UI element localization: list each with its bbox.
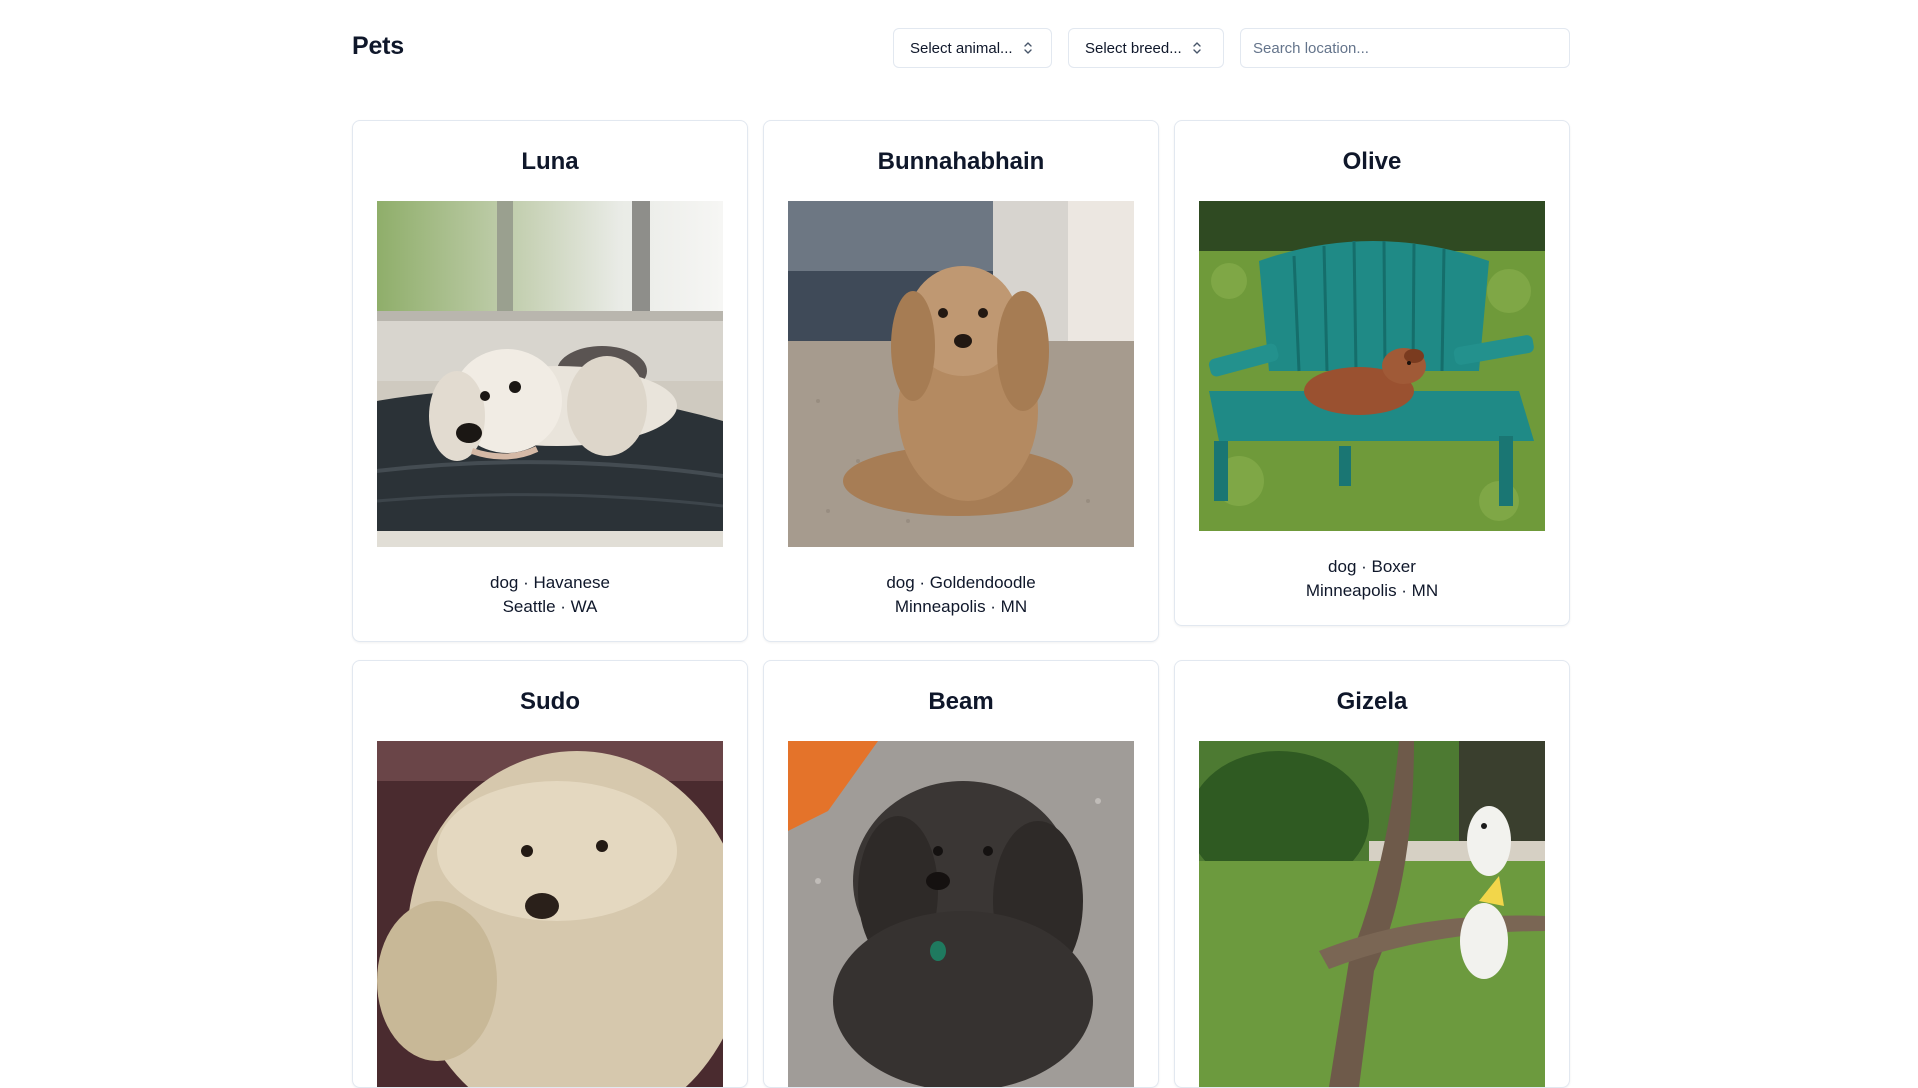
pet-card[interactable]: Olive dog · Boxer Minneapolis · MN <box>1174 120 1570 626</box>
pet-meta: dog · Havanese Seattle · WA <box>353 571 747 641</box>
animal-select[interactable]: Select animal... <box>893 28 1052 68</box>
pet-photo <box>788 201 1134 547</box>
pet-card[interactable]: Luna dog · Havanese Seattle · WA <box>352 120 748 642</box>
pet-card[interactable]: Beam <box>763 660 1159 1088</box>
breed-select[interactable]: Select breed... <box>1068 28 1224 68</box>
pet-species-breed: dog · Goldendoodle <box>886 573 1036 592</box>
pet-name: Bunnahabhain <box>877 148 1045 175</box>
pet-card[interactable]: Bunnahabhain dog · Goldendoodle Minneapo… <box>763 120 1159 642</box>
chevron-up-down-icon <box>1193 42 1201 54</box>
pet-species-breed: dog · Boxer <box>1328 557 1416 576</box>
pet-photo <box>377 741 723 1087</box>
breed-select-label: Select breed... <box>1085 39 1182 57</box>
page-container: Pets Select animal... Select breed... Lu… <box>352 0 1570 1088</box>
pet-name: Gizela <box>1336 688 1408 715</box>
pet-photo <box>1199 201 1545 531</box>
page-header: Pets Select animal... Select breed... <box>352 0 1570 96</box>
location-search-input[interactable] <box>1240 28 1570 68</box>
pet-location: Seattle · WA <box>502 597 598 616</box>
pet-card[interactable]: Gizela <box>1174 660 1570 1088</box>
pet-meta: dog · Goldendoodle Minneapolis · MN <box>764 571 1158 641</box>
pet-location: Minneapolis · MN <box>1305 581 1439 600</box>
pet-meta: dog · Boxer Minneapolis · MN <box>1175 555 1569 625</box>
chevron-up-down-icon <box>1023 42 1032 54</box>
pet-photo <box>1199 741 1545 1087</box>
pet-photo <box>377 201 723 547</box>
page-title: Pets <box>352 32 405 60</box>
pet-name: Beam <box>928 688 994 715</box>
pet-card[interactable]: Sudo <box>352 660 748 1088</box>
pet-name: Sudo <box>520 688 580 715</box>
pet-name: Luna <box>521 148 579 175</box>
pet-location: Minneapolis · MN <box>894 597 1028 616</box>
pet-photo <box>788 741 1134 1087</box>
animal-select-label: Select animal... <box>910 39 1013 57</box>
pet-name: Olive <box>1342 148 1402 175</box>
pet-species-breed: dog · Havanese <box>489 573 611 592</box>
